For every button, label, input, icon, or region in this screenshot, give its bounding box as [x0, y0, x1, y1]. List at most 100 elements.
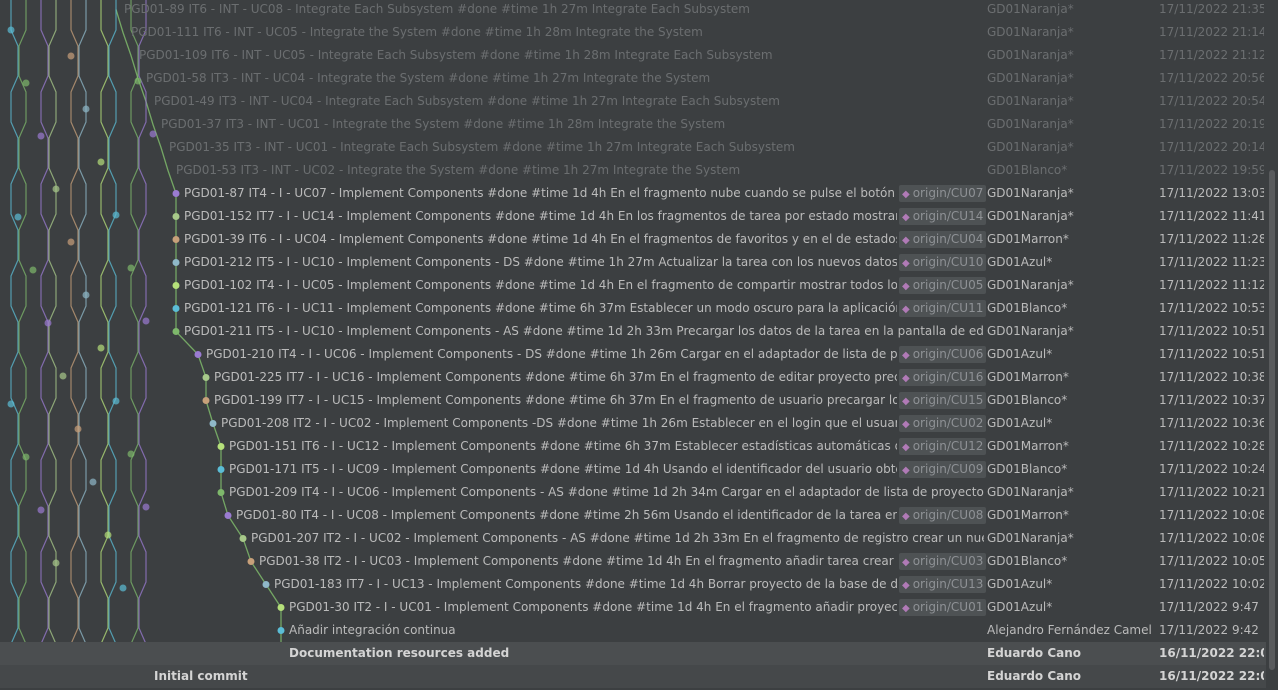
branch-tag[interactable]: ◆ origin/CU14 [899, 208, 987, 225]
tag-icon: ◆ [902, 419, 910, 430]
commit-row[interactable]: PGD01-212 IT5 - I - UC10 - Implement Com… [0, 251, 1266, 274]
commit-row[interactable]: PGD01-121 IT6 - I - UC11 - Implement Com… [0, 297, 1266, 320]
commit-message: PGD01-207 IT2 - I - UC02 - Implement Com… [251, 531, 984, 545]
branch-tag[interactable]: ◆ origin/CU05 [899, 277, 987, 294]
commit-date: 17/11/2022 11:28 [1159, 232, 1264, 246]
commit-date: 17/11/2022 9:47 [1159, 600, 1259, 614]
commit-message: Añadir integración continua [289, 623, 456, 637]
commit-row[interactable]: Añadir integración continua Alejandro Fer… [0, 619, 1266, 642]
commit-date: 17/11/2022 20:14 [1159, 140, 1264, 154]
commit-message: PGD01-102 IT4 - I - UC05 - Implement Com… [184, 278, 897, 292]
branch-tag-label: origin/CU13 [912, 577, 984, 591]
commit-author: GD01Naranja* [987, 186, 1074, 200]
commit-date: 17/11/2022 10:08 [1159, 508, 1264, 522]
commit-message: PGD01-210 IT4 - I - UC06 - Implement Com… [206, 347, 897, 361]
branch-tag-label: origin/CU04 [912, 232, 984, 246]
commit-row[interactable]: PGD01-208 IT2 - I - UC02 - Implement Com… [0, 412, 1266, 435]
commit-author: GD01Blanco* [987, 554, 1068, 568]
commit-message: PGD01-111 IT6 - INT - UC05 - Integrate t… [131, 25, 703, 39]
commit-row[interactable]: PGD01-207 IT2 - I - UC02 - Implement Com… [0, 527, 1266, 550]
branch-tag-label: origin/CU09 [912, 462, 984, 476]
commit-date: 16/11/2022 22:08 [1159, 646, 1264, 660]
commit-author: GD01Naranja* [987, 209, 1074, 223]
commit-author: GD01Azul* [987, 255, 1053, 269]
commit-row[interactable]: PGD01-199 IT7 - I - UC15 - Implement Com… [0, 389, 1266, 412]
branch-tag-label: origin/CU08 [912, 508, 984, 522]
commit-author: GD01Naranja* [987, 94, 1074, 108]
commit-row[interactable]: PGD01-209 IT4 - I - UC06 - Implement Com… [0, 481, 1266, 504]
commit-row[interactable]: PGD01-53 IT3 - INT - UC02 - Integrate th… [0, 159, 1266, 182]
commit-row[interactable]: PGD01-109 IT6 - INT - UC05 - Integrate E… [0, 44, 1266, 67]
branch-tag[interactable]: ◆ origin/CU07 [899, 185, 987, 202]
branch-tag[interactable]: ◆ origin/CU11 [899, 300, 987, 317]
commit-author: GD01Blanco* [987, 462, 1068, 476]
commit-date: 17/11/2022 10:53 [1159, 301, 1264, 315]
commit-message: PGD01-151 IT6 - I - UC12 - Implement Com… [229, 439, 897, 453]
commit-row[interactable]: PGD01-37 IT3 - INT - UC01 - Integrate th… [0, 113, 1266, 136]
commit-author: GD01Naranja* [987, 2, 1074, 16]
commit-row[interactable]: PGD01-39 IT6 - I - UC04 - Implement Comp… [0, 228, 1266, 251]
commit-row[interactable]: PGD01-183 IT7 - I - UC13 - Implement Com… [0, 573, 1266, 596]
branch-tag[interactable]: ◆ origin/CU06 [899, 346, 987, 363]
commit-date: 17/11/2022 11:12 [1159, 278, 1264, 292]
commit-row[interactable]: PGD01-210 IT4 - I - UC06 - Implement Com… [0, 343, 1266, 366]
commit-row[interactable]: PGD01-152 IT7 - I - UC14 - Implement Com… [0, 205, 1266, 228]
commit-date: 17/11/2022 10:21 [1159, 485, 1264, 499]
branch-tag[interactable]: ◆ origin/CU09 [899, 461, 987, 478]
commit-row[interactable]: Initial commit Eduardo Cano 16/11/2022 22:… [0, 665, 1266, 688]
commit-author: GD01Marron* [987, 232, 1069, 246]
commit-message: PGD01-121 IT6 - I - UC11 - Implement Com… [184, 301, 897, 315]
branch-tag[interactable]: ◆ origin/CU13 [899, 576, 987, 593]
branch-tag[interactable]: ◆ origin/CU03 [899, 553, 987, 570]
commit-author: GD01Marron* [987, 439, 1069, 453]
scrollbar-thumb[interactable] [1269, 170, 1275, 670]
commit-message: PGD01-212 IT5 - I - UC10 - Implement Com… [184, 255, 897, 269]
commit-author: GD01Naranja* [987, 117, 1074, 131]
commit-author: Alejandro Fernández Camello* [987, 623, 1152, 637]
commit-row[interactable]: PGD01-35 IT3 - INT - UC01 - Integrate Ea… [0, 136, 1266, 159]
tag-icon: ◆ [902, 350, 910, 361]
commit-message: PGD01-38 IT2 - I - UC03 - Implement Comp… [259, 554, 897, 568]
commit-message: PGD01-39 IT6 - I - UC04 - Implement Comp… [184, 232, 897, 246]
commit-row[interactable]: PGD01-49 IT3 - INT - UC04 - Integrate Ea… [0, 90, 1266, 113]
commit-date: 17/11/2022 10:08 [1159, 531, 1264, 545]
branch-tag-label: origin/CU02 [912, 416, 984, 430]
branch-tag[interactable]: ◆ origin/CU02 [899, 415, 987, 432]
branch-tag-label: origin/CU03 [912, 554, 984, 568]
branch-tag[interactable]: ◆ origin/CU15 [899, 392, 987, 409]
commit-row[interactable]: PGD01-102 IT4 - I - UC05 - Implement Com… [0, 274, 1266, 297]
commit-row[interactable]: PGD01-30 IT2 - I - UC01 - Implement Comp… [0, 596, 1266, 619]
commit-row[interactable]: Documentation resources added Eduardo Can… [0, 642, 1266, 665]
commit-date: 17/11/2022 20:54 [1159, 94, 1264, 108]
commit-date: 17/11/2022 10:05 [1159, 554, 1264, 568]
commit-row[interactable]: PGD01-111 IT6 - INT - UC05 - Integrate t… [0, 21, 1266, 44]
commit-row[interactable]: PGD01-171 IT5 - I - UC09 - Implement Com… [0, 458, 1266, 481]
commit-message: PGD01-171 IT5 - I - UC09 - Implement Com… [229, 462, 897, 476]
branch-tag[interactable]: ◆ origin/CU10 [899, 254, 987, 271]
commit-message: PGD01-35 IT3 - INT - UC01 - Integrate Ea… [169, 140, 795, 154]
commit-row[interactable]: PGD01-38 IT2 - I - UC03 - Implement Comp… [0, 550, 1266, 573]
tag-icon: ◆ [902, 603, 910, 614]
commit-row[interactable]: PGD01-80 IT4 - I - UC08 - Implement Comp… [0, 504, 1266, 527]
branch-tag[interactable]: ◆ origin/CU01 [899, 599, 987, 616]
commit-row[interactable]: PGD01-89 IT6 - INT - UC08 - Integrate Ea… [0, 0, 1266, 21]
commit-date: 17/11/2022 21:35 [1159, 2, 1264, 16]
commit-author: GD01Azul* [987, 600, 1053, 614]
branch-tag[interactable]: ◆ origin/CU16 [899, 369, 987, 386]
commit-row[interactable]: PGD01-211 IT5 - I - UC10 - Implement Com… [0, 320, 1266, 343]
commit-message: Initial commit [154, 669, 248, 683]
branch-tag[interactable]: ◆ origin/CU08 [899, 507, 987, 524]
commit-date: 17/11/2022 11:41 [1159, 209, 1264, 223]
branch-tag[interactable]: ◆ origin/CU12 [899, 438, 987, 455]
branch-tag-label: origin/CU14 [912, 209, 984, 223]
commit-row[interactable]: PGD01-225 IT7 - I - UC16 - Implement Com… [0, 366, 1266, 389]
vertical-scrollbar[interactable] [1266, 0, 1278, 690]
commit-row[interactable]: PGD01-87 IT4 - I - UC07 - Implement Comp… [0, 182, 1266, 205]
commit-row[interactable]: PGD01-151 IT6 - I - UC12 - Implement Com… [0, 435, 1266, 458]
commit-row[interactable]: PGD01-58 IT3 - INT - UC04 - Integrate th… [0, 67, 1266, 90]
commit-message: PGD01-89 IT6 - INT - UC08 - Integrate Ea… [124, 2, 750, 16]
branch-tag[interactable]: ◆ origin/CU04 [899, 231, 987, 248]
commit-message: PGD01-58 IT3 - INT - UC04 - Integrate th… [146, 71, 711, 85]
commit-author: GD01Azul* [987, 577, 1053, 591]
tag-icon: ◆ [902, 212, 910, 223]
